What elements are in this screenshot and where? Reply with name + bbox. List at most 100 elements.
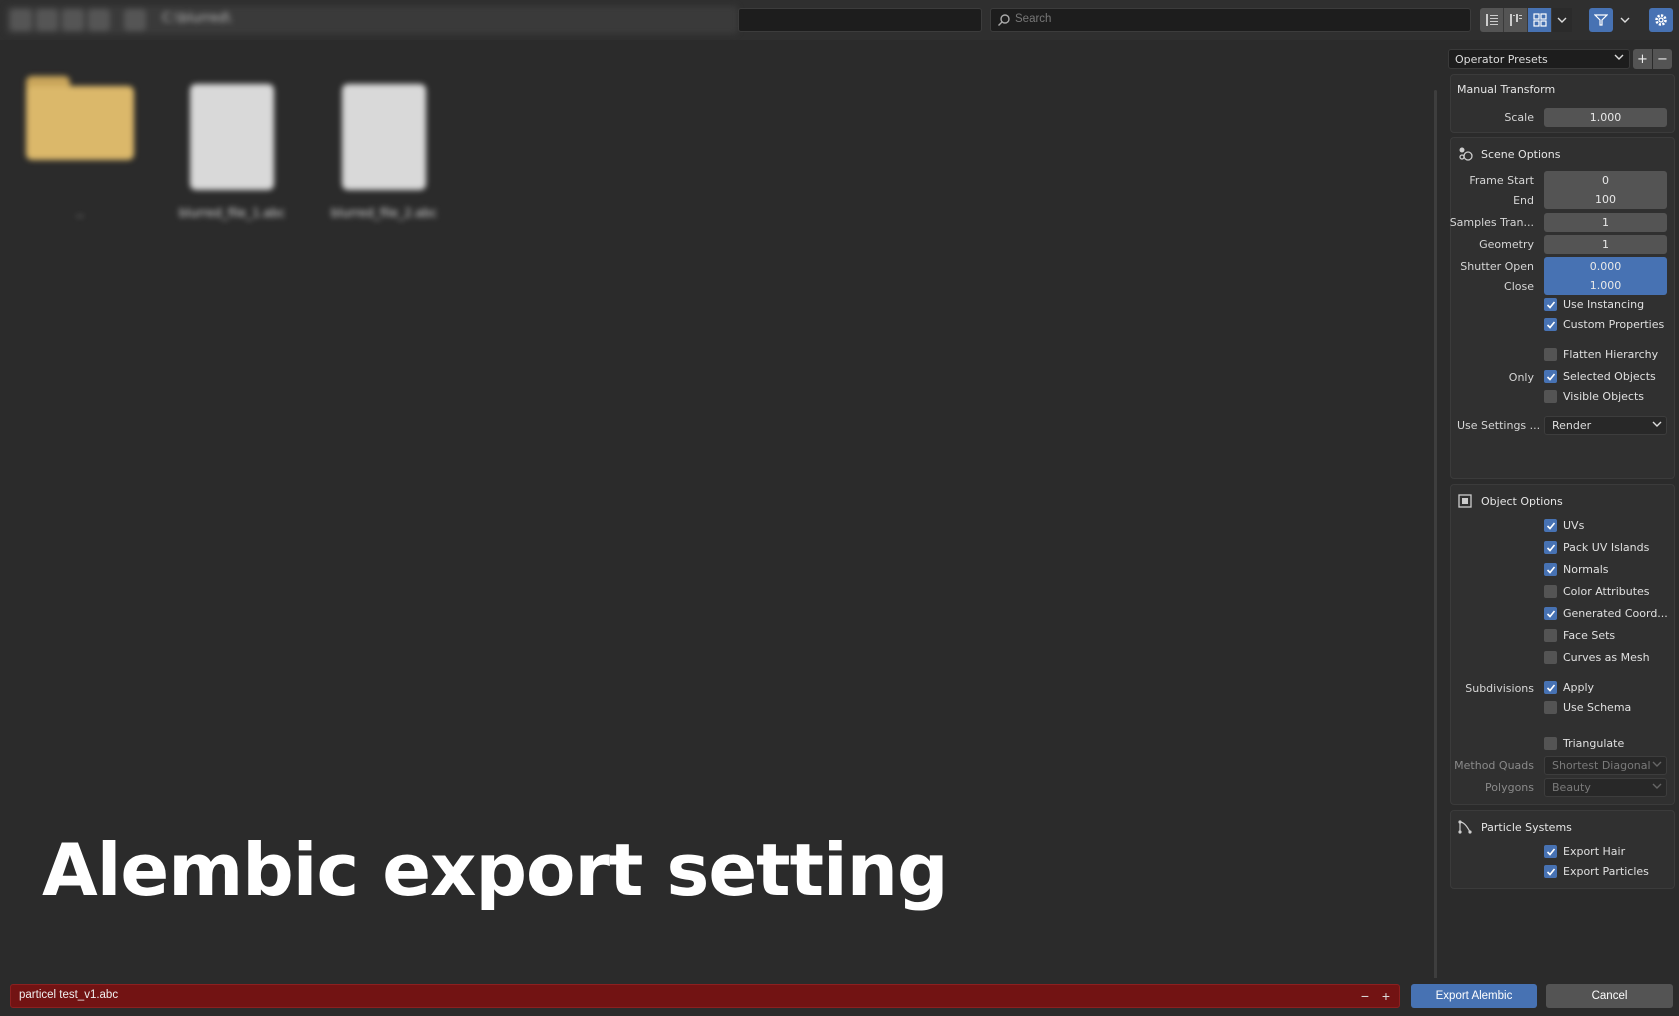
checkbox-checked-icon bbox=[1544, 607, 1557, 620]
chevron-down-icon bbox=[1557, 17, 1567, 23]
filter-icon bbox=[1594, 14, 1608, 26]
file-item[interactable]: blurred_file_2.abc bbox=[318, 62, 438, 220]
horizontal-list-button[interactable] bbox=[1504, 8, 1528, 32]
frame-end-field[interactable]: 100 bbox=[1544, 190, 1667, 209]
normals-checkbox[interactable]: Normals bbox=[1544, 563, 1609, 576]
directory-path: C:\blurred\ bbox=[162, 11, 231, 26]
remove-preset-button[interactable]: − bbox=[1653, 49, 1672, 69]
scale-label: Scale bbox=[1504, 111, 1534, 124]
vertical-scrollbar[interactable] bbox=[1434, 90, 1437, 1004]
operator-presets-label: Operator Presets bbox=[1455, 53, 1548, 66]
polygons-label: Polygons bbox=[1485, 781, 1534, 794]
subdivisions-apply-checkbox[interactable]: Apply bbox=[1544, 681, 1594, 694]
filter-dropdown[interactable] bbox=[1615, 8, 1635, 32]
shutter-close-slider[interactable]: 1.000 bbox=[1544, 276, 1667, 295]
filename-input[interactable]: particel test_v1.abc − + bbox=[10, 984, 1400, 1008]
export-particles-checkbox[interactable]: Export Particles bbox=[1544, 865, 1649, 878]
use-instancing-row: Use Instancing bbox=[1451, 296, 1676, 316]
object-icon bbox=[1458, 494, 1472, 508]
normals-row: Normals bbox=[1451, 561, 1676, 581]
curves-as-mesh-checkbox[interactable]: Curves as Mesh bbox=[1544, 651, 1650, 664]
use-settings-label: Use Settings ... bbox=[1457, 419, 1541, 432]
panel-title: Manual Transform bbox=[1457, 83, 1556, 96]
scale-field[interactable]: 1.000 bbox=[1544, 108, 1667, 127]
add-preset-button[interactable]: + bbox=[1633, 49, 1652, 69]
parent-directory-button[interactable] bbox=[62, 9, 84, 31]
subdivisions-apply-row: Subdivisions Apply bbox=[1451, 679, 1676, 699]
frame-start-label: Frame Start bbox=[1469, 174, 1534, 187]
object-options-panel: Object Options UVs Pack UV Islands Norma… bbox=[1450, 484, 1675, 805]
use-instancing-checkbox[interactable]: Use Instancing bbox=[1544, 298, 1644, 311]
frame-end-label: End bbox=[1513, 194, 1534, 207]
checkbox-checked-icon bbox=[1544, 563, 1557, 576]
checkbox-checked-icon bbox=[1544, 298, 1557, 311]
refresh-button[interactable] bbox=[88, 9, 110, 31]
particle-systems-panel: Particle Systems Export Hair Export Part… bbox=[1450, 810, 1675, 889]
flatten-hierarchy-checkbox[interactable]: Flatten Hierarchy bbox=[1544, 348, 1658, 361]
frame-start-field[interactable]: 0 bbox=[1544, 171, 1667, 190]
pack-uv-islands-checkbox[interactable]: Pack UV Islands bbox=[1544, 541, 1649, 554]
panel-header[interactable]: Object Options bbox=[1457, 493, 1563, 509]
custom-properties-row: Custom Properties bbox=[1451, 316, 1676, 336]
panel-header[interactable]: Particle Systems bbox=[1457, 819, 1572, 835]
thumbnails-button[interactable] bbox=[1528, 8, 1552, 32]
file-item[interactable]: blurred_file_1.abc bbox=[166, 62, 286, 220]
triangulate-row: Triangulate bbox=[1451, 735, 1676, 755]
scene-options-panel: Scene Options Frame Start 0 End 100 Samp… bbox=[1450, 137, 1675, 479]
increment-filename-button[interactable]: + bbox=[1382, 988, 1390, 1004]
overlay-title: Alembic export setting bbox=[42, 828, 948, 912]
generated-coordinates-checkbox[interactable]: Generated Coord... bbox=[1544, 607, 1668, 620]
checkbox-unchecked-icon bbox=[1544, 390, 1557, 403]
operator-presets-dropdown[interactable]: Operator Presets bbox=[1448, 49, 1630, 69]
cancel-button[interactable]: Cancel bbox=[1546, 984, 1673, 1008]
export-hair-checkbox[interactable]: Export Hair bbox=[1544, 845, 1625, 858]
custom-properties-checkbox[interactable]: Custom Properties bbox=[1544, 318, 1664, 331]
vertical-list-button[interactable] bbox=[1480, 8, 1504, 32]
shutter-open-row: Shutter Open 0.000 bbox=[1451, 257, 1676, 277]
selected-objects-checkbox[interactable]: Selected Objects bbox=[1544, 370, 1656, 383]
visible-objects-checkbox[interactable]: Visible Objects bbox=[1544, 390, 1644, 403]
checkbox-unchecked-icon bbox=[1544, 585, 1557, 598]
directory-path-field[interactable] bbox=[738, 8, 982, 32]
search-input[interactable]: Search bbox=[990, 8, 1471, 32]
face-sets-checkbox[interactable]: Face Sets bbox=[1544, 629, 1615, 642]
file-item-folder[interactable]: .. bbox=[14, 62, 134, 220]
visible-objects-row: Visible Objects bbox=[1451, 388, 1676, 408]
use-schema-checkbox[interactable]: Use Schema bbox=[1544, 701, 1631, 714]
panel-title: Particle Systems bbox=[1481, 820, 1572, 834]
new-folder-button[interactable] bbox=[124, 9, 146, 31]
uvs-checkbox[interactable]: UVs bbox=[1544, 519, 1584, 532]
settings-toggle-button[interactable] bbox=[1649, 8, 1673, 32]
use-settings-select[interactable]: Render bbox=[1544, 416, 1667, 435]
checkbox-checked-icon bbox=[1544, 370, 1557, 383]
panel-header[interactable]: Scene Options bbox=[1457, 146, 1560, 162]
color-attributes-checkbox[interactable]: Color Attributes bbox=[1544, 585, 1650, 598]
samples-transform-field[interactable]: 1 bbox=[1544, 213, 1667, 232]
checkbox-unchecked-icon bbox=[1544, 651, 1557, 664]
export-alembic-button[interactable]: Export Alembic bbox=[1411, 984, 1537, 1008]
filter-toggle-button[interactable] bbox=[1589, 8, 1613, 32]
panel-title: Scene Options bbox=[1481, 147, 1561, 161]
file-label: blurred_file_2.abc bbox=[330, 206, 438, 220]
checkbox-checked-icon bbox=[1544, 845, 1557, 858]
curves-as-mesh-row: Curves as Mesh bbox=[1451, 649, 1676, 669]
method-quads-row: Method Quads Shortest Diagonal bbox=[1451, 756, 1676, 776]
decrement-filename-button[interactable]: − bbox=[1361, 988, 1369, 1004]
shutter-close-row: Close 1.000 bbox=[1451, 276, 1676, 297]
operator-settings-sidebar: Operator Presets + − Manual Transform Sc… bbox=[1446, 40, 1679, 978]
panel-header[interactable]: Manual Transform bbox=[1457, 83, 1555, 96]
back-button[interactable] bbox=[10, 9, 32, 31]
uvs-row: UVs bbox=[1451, 517, 1676, 537]
file-icon bbox=[190, 84, 274, 190]
checkbox-checked-icon bbox=[1544, 681, 1557, 694]
forward-button[interactable] bbox=[36, 9, 58, 31]
scene-icon bbox=[1459, 147, 1473, 161]
shutter-open-slider[interactable]: 0.000 bbox=[1544, 257, 1667, 276]
display-mode-group bbox=[1480, 8, 1572, 32]
display-settings-dropdown[interactable] bbox=[1552, 8, 1572, 32]
checkbox-checked-icon bbox=[1544, 318, 1557, 331]
samples-transform-row: Samples Tran... 1 bbox=[1450, 213, 1676, 233]
geometry-label: Geometry bbox=[1479, 238, 1534, 251]
triangulate-checkbox[interactable]: Triangulate bbox=[1544, 737, 1624, 750]
geometry-samples-field[interactable]: 1 bbox=[1544, 235, 1667, 254]
